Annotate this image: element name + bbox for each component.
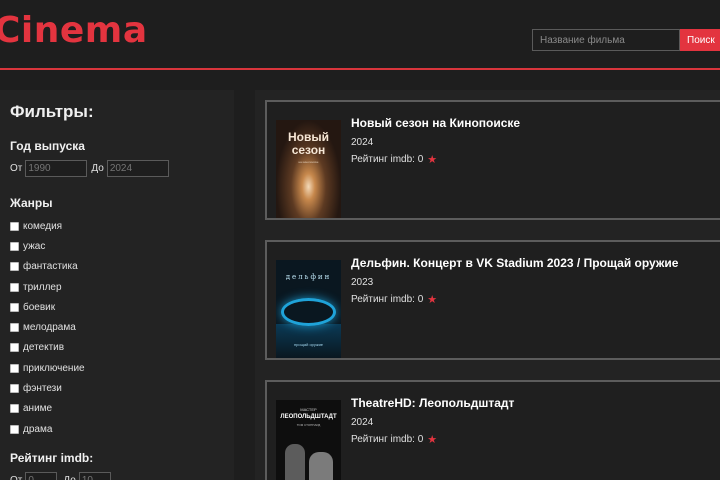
checkbox[interactable] bbox=[10, 282, 19, 292]
year-range: От До bbox=[10, 159, 224, 177]
year-from-label: От bbox=[10, 162, 23, 174]
star-icon: ★ bbox=[427, 154, 438, 166]
genre-label: аниме bbox=[23, 403, 53, 415]
genre-item[interactable]: триллер bbox=[10, 277, 224, 297]
genre-label: драма bbox=[23, 423, 53, 435]
movie-poster[interactable]: МАСТЕР ЛЕОПОЛЬДШТАДТ ТОМ СТОППАРД bbox=[276, 400, 341, 480]
star-icon: ★ bbox=[427, 294, 438, 306]
poster-subtitle: ТОМ СТОППАРД bbox=[296, 423, 321, 427]
rating-from-label: От bbox=[10, 475, 22, 480]
checkbox[interactable] bbox=[10, 343, 19, 353]
rating-to-input[interactable] bbox=[78, 471, 111, 480]
movie-list: Новый сезон на кинопоиске Новый сезон на… bbox=[255, 90, 720, 480]
year-to-input[interactable] bbox=[106, 159, 169, 177]
movie-poster[interactable]: дельфин прощай оружие bbox=[276, 260, 341, 358]
logo[interactable]: Cinema bbox=[0, 10, 148, 51]
poster-figure bbox=[285, 444, 305, 480]
genres-list: комедия ужас фантастика триллер боевик м… bbox=[10, 216, 224, 439]
genre-label: ужас bbox=[23, 240, 46, 252]
movie-card[interactable]: дельфин прощай оружие Дельфин. Концерт в… bbox=[265, 240, 720, 360]
movie-title[interactable]: Новый сезон на Кинопоиске bbox=[351, 116, 520, 130]
movie-card[interactable]: МАСТЕР ЛЕОПОЛЬДШТАДТ ТОМ СТОППАРД Theatr… bbox=[265, 380, 720, 480]
checkbox[interactable] bbox=[10, 323, 19, 333]
movie-year: 2024 bbox=[351, 137, 374, 148]
year-filter-label: Год выпуска bbox=[10, 139, 85, 153]
genre-item[interactable]: мелодрама bbox=[10, 317, 224, 337]
movie-title[interactable]: TheatreHD: Леопольдштадт bbox=[351, 396, 514, 410]
genre-label: боевик bbox=[23, 301, 56, 313]
genre-label: детектив bbox=[23, 342, 65, 354]
rating-text: Рейтинг imdb: 0 bbox=[351, 294, 424, 305]
star-icon: ★ bbox=[427, 434, 438, 446]
genres-filter-label: Жанры bbox=[10, 196, 53, 210]
genre-label: фантастика bbox=[23, 261, 78, 273]
rating-from-input[interactable] bbox=[25, 471, 58, 480]
genre-item[interactable]: приключение bbox=[10, 358, 224, 378]
checkbox[interactable] bbox=[10, 241, 19, 251]
filters-title: Фильтры: bbox=[10, 102, 94, 121]
poster-ring bbox=[281, 298, 336, 326]
movie-title[interactable]: Дельфин. Концерт в VK Stadium 2023 / Про… bbox=[351, 256, 678, 270]
genre-label: комедия bbox=[23, 220, 63, 232]
movie-card[interactable]: Новый сезон на кинопоиске Новый сезон на… bbox=[265, 100, 720, 220]
genre-item[interactable]: ужас bbox=[10, 236, 224, 256]
checkbox[interactable] bbox=[10, 262, 19, 272]
genre-item[interactable]: фантастика bbox=[10, 257, 224, 277]
checkbox[interactable] bbox=[10, 404, 19, 414]
checkbox[interactable] bbox=[10, 221, 19, 231]
genre-item[interactable]: детектив bbox=[10, 338, 224, 358]
poster-top-text: МАСТЕР bbox=[300, 407, 317, 412]
poster-title: Новый сезон bbox=[288, 130, 329, 157]
genre-item[interactable]: аниме bbox=[10, 399, 224, 419]
rating-text: Рейтинг imdb: 0 bbox=[351, 434, 424, 445]
genre-item[interactable]: боевик bbox=[10, 297, 224, 317]
movie-rating: Рейтинг imdb: 0 ★ bbox=[351, 293, 678, 306]
year-to-label: До bbox=[91, 162, 104, 174]
poster-title: ЛЕОПОЛЬДШТАДТ bbox=[280, 414, 337, 420]
movie-info: Дельфин. Концерт в VK Stadium 2023 / Про… bbox=[351, 256, 678, 306]
movie-year: 2023 bbox=[351, 277, 374, 288]
poster-figure bbox=[309, 452, 333, 480]
movie-year: 2024 bbox=[351, 417, 374, 428]
genre-label: фэнтези bbox=[23, 383, 62, 395]
movie-info: Новый сезон на Кинопоиске 2024 Рейтинг i… bbox=[351, 116, 520, 166]
checkbox[interactable] bbox=[10, 384, 19, 394]
genre-label: приключение bbox=[23, 362, 85, 374]
search-input[interactable] bbox=[532, 29, 680, 51]
movie-rating: Рейтинг imdb: 0 ★ bbox=[351, 433, 514, 446]
checkbox[interactable] bbox=[10, 424, 19, 434]
poster-subtitle: прощай оружие bbox=[293, 342, 324, 347]
rating-to-label: До bbox=[63, 475, 75, 480]
search-bar: Поиск bbox=[532, 29, 720, 51]
checkbox[interactable] bbox=[10, 363, 19, 373]
genre-item[interactable]: фэнтези bbox=[10, 378, 224, 398]
checkbox[interactable] bbox=[10, 302, 19, 312]
rating-filter-label: Рейтинг imdb: bbox=[10, 451, 94, 466]
poster-title: дельфин bbox=[285, 273, 332, 281]
poster-glow bbox=[276, 324, 341, 358]
movie-info: TheatreHD: Леопольдштадт 2024 Рейтинг im… bbox=[351, 396, 514, 446]
year-from-input[interactable] bbox=[25, 159, 88, 177]
movie-rating: Рейтинг imdb: 0 ★ bbox=[351, 153, 520, 166]
genre-item[interactable]: драма bbox=[10, 419, 224, 439]
rating-text: Рейтинг imdb: 0 bbox=[351, 154, 424, 165]
poster-subtitle: на кинопоиске bbox=[298, 160, 319, 164]
genre-item[interactable]: комедия bbox=[10, 216, 224, 236]
genre-label: триллер bbox=[23, 281, 62, 293]
genre-label: мелодрама bbox=[23, 322, 76, 334]
rating-range: От До bbox=[10, 471, 224, 480]
search-button[interactable]: Поиск bbox=[680, 29, 720, 51]
filters-sidebar: Фильтры: Год выпуска От До Жанры комедия… bbox=[0, 90, 234, 480]
movie-poster[interactable]: Новый сезон на кинопоиске bbox=[276, 120, 341, 218]
header: Cinema Поиск bbox=[0, 0, 720, 70]
